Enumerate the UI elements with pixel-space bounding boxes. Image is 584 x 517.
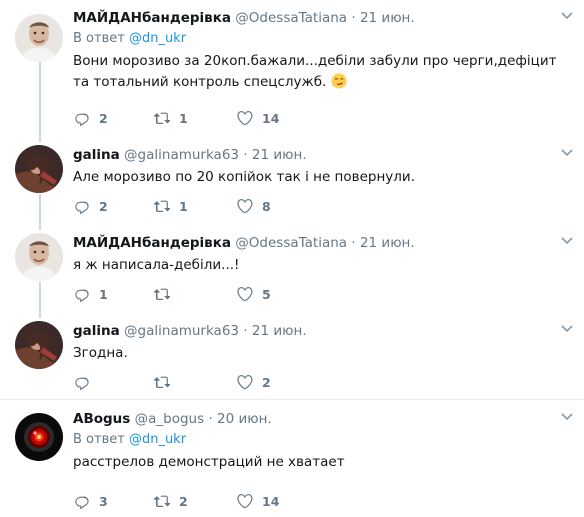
like-icon: [236, 285, 254, 303]
reply-button[interactable]: 2: [73, 108, 108, 128]
timestamp[interactable]: 21 июн.: [252, 323, 307, 339]
chevron-down-icon[interactable]: [560, 10, 574, 22]
separator-dot: ·: [208, 411, 213, 427]
retweet-button[interactable]: 1: [153, 108, 188, 128]
retweet-count: 1: [179, 198, 188, 214]
retweet-count: 2: [179, 493, 188, 509]
reply-context: В ответ @dn_ukr: [73, 430, 574, 449]
retweet-button[interactable]: [153, 372, 179, 392]
separator-dot: ·: [351, 10, 356, 26]
timestamp[interactable]: 21 июн.: [252, 147, 307, 163]
avatar-image-icon: [15, 321, 63, 369]
reply-count: 2: [99, 110, 108, 126]
reply-icon: [73, 492, 91, 510]
reply-icon: [73, 285, 91, 303]
like-count: 2: [262, 374, 271, 390]
thread-line: [39, 194, 41, 230]
tweet-text: Згодна.: [73, 345, 128, 361]
separator-dot: ·: [243, 323, 248, 339]
reply-button[interactable]: [73, 372, 99, 392]
chevron-down-icon[interactable]: [560, 147, 574, 159]
author-handle[interactable]: @OdessaTatiana: [235, 235, 347, 251]
like-button[interactable]: 14: [236, 108, 279, 128]
like-button[interactable]: 14: [236, 491, 279, 511]
like-icon: [236, 197, 254, 215]
reply-icon: [73, 197, 91, 215]
thread-line: [39, 62, 41, 142]
reply-context: В ответ @dn_ukr: [73, 29, 574, 48]
like-count: 14: [262, 110, 280, 126]
retweet-button[interactable]: 1: [153, 196, 188, 216]
author-name[interactable]: ABogus: [73, 411, 130, 427]
avatar-image-icon: [15, 233, 63, 281]
like-button[interactable]: 2: [236, 372, 271, 392]
reply-button[interactable]: 2: [73, 196, 108, 216]
thread-line: [39, 282, 41, 318]
reply-icon: [73, 109, 91, 127]
avatar[interactable]: [15, 413, 63, 461]
like-count: 5: [262, 286, 271, 302]
chevron-down-icon[interactable]: [560, 411, 574, 423]
timestamp[interactable]: 21 июн.: [360, 10, 415, 26]
avatar[interactable]: [15, 321, 63, 369]
separator-dot: ·: [351, 235, 356, 251]
retweet-icon: [153, 197, 171, 215]
separator-dot: ·: [243, 147, 248, 163]
smirking-face-icon: [331, 73, 347, 89]
author-name[interactable]: galina: [73, 147, 120, 163]
retweet-count: 1: [179, 110, 188, 126]
like-icon: [236, 109, 254, 127]
author-name[interactable]: МАЙДАНбандерівка: [73, 235, 231, 251]
chevron-down-icon[interactable]: [560, 323, 574, 335]
chevron-down-icon[interactable]: [560, 235, 574, 247]
retweet-icon: [153, 373, 171, 391]
like-button[interactable]: 8: [236, 196, 271, 216]
retweet-button[interactable]: [153, 284, 179, 304]
reply-count: 2: [99, 198, 108, 214]
author-name[interactable]: МАЙДАНбандерівка: [73, 10, 231, 26]
author-handle[interactable]: @a_bogus: [135, 411, 205, 427]
reply-count: 3: [99, 493, 108, 509]
tweet-text-body: Вони морозиво за 20коп.бажали...дебіли з…: [73, 53, 557, 90]
author-handle[interactable]: @OdessaTatiana: [235, 10, 347, 26]
thread-separator: [0, 399, 584, 400]
retweet-icon: [153, 109, 171, 127]
tweet-text: расстрелов демонстраций не хватает: [73, 454, 345, 470]
reply-prefix: В ответ: [73, 432, 125, 447]
tweet-text: Але морозиво по 20 копійок так і не пове…: [73, 169, 415, 185]
reply-button[interactable]: 3: [73, 491, 108, 511]
reply-button[interactable]: 1: [73, 284, 108, 304]
timestamp[interactable]: 21 июн.: [360, 235, 415, 251]
like-count: 8: [262, 198, 271, 214]
avatar[interactable]: [15, 14, 63, 62]
retweet-icon: [153, 492, 171, 510]
like-icon: [236, 492, 254, 510]
avatar-image-icon: [15, 145, 63, 193]
timestamp[interactable]: 20 июн.: [217, 411, 272, 427]
avatar-image-icon: [15, 14, 63, 62]
reply-to-link[interactable]: @dn_ukr: [129, 432, 186, 447]
retweet-button[interactable]: 2: [153, 491, 188, 511]
like-count: 14: [262, 493, 280, 509]
author-handle[interactable]: @galinamurka63: [124, 147, 239, 163]
avatar[interactable]: [15, 233, 63, 281]
reply-to-link[interactable]: @dn_ukr: [129, 31, 186, 46]
like-button[interactable]: 5: [236, 284, 271, 304]
author-name[interactable]: galina: [73, 323, 120, 339]
like-icon: [236, 373, 254, 391]
tweet-text: Вони морозиво за 20коп.бажали...дебіли з…: [73, 51, 574, 93]
avatar-image-icon: [15, 413, 63, 461]
retweet-icon: [153, 285, 171, 303]
reply-count: 1: [99, 286, 108, 302]
tweet-text: я ж написала-дебіли...!: [73, 257, 240, 273]
reply-prefix: В ответ: [73, 31, 125, 46]
avatar[interactable]: [15, 145, 63, 193]
reply-icon: [73, 373, 91, 391]
author-handle[interactable]: @galinamurka63: [124, 323, 239, 339]
